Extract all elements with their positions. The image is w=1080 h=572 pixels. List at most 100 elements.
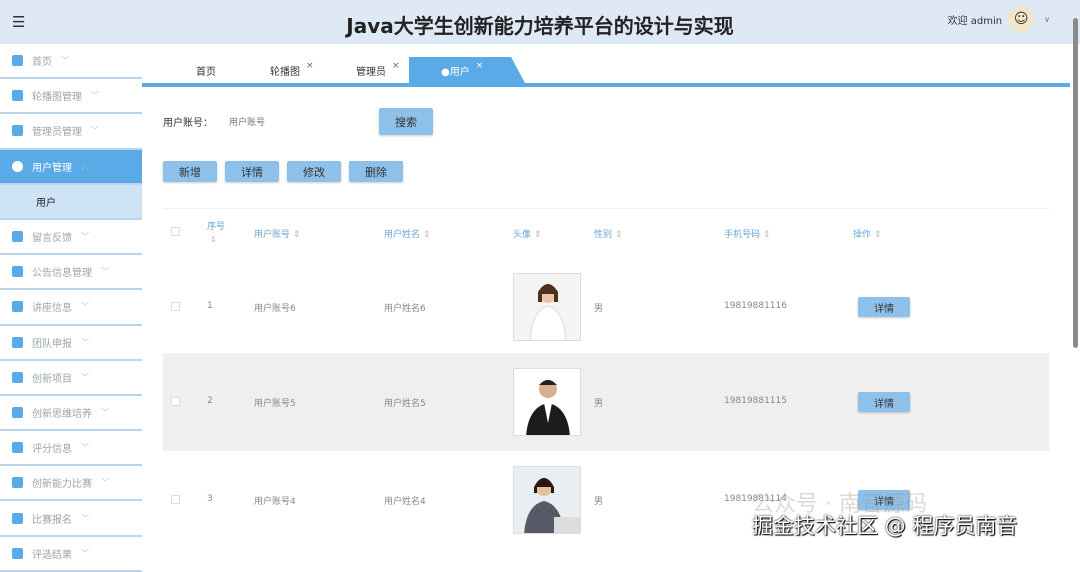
close-icon[interactable]: × — [476, 61, 484, 71]
chevron-down-icon: ﹀ — [91, 126, 99, 136]
chevron-down-icon: ﹀ — [81, 443, 89, 453]
tab-user[interactable]: ●用户 × — [409, 57, 525, 83]
select-all-checkbox[interactable] — [171, 227, 180, 236]
chevron-down-icon: ﹀ — [101, 478, 109, 488]
menu-icon — [12, 125, 23, 137]
sidebar-item-label: 创新项目 — [32, 373, 72, 385]
sidebar-item[interactable]: 管理员管理 ﹀ — [0, 114, 142, 150]
sidebar-item-label: 首页 — [32, 57, 52, 69]
tab-admin[interactable]: 管理员 × — [356, 57, 400, 83]
row-detail-button[interactable]: 详情 — [858, 297, 910, 317]
sidebar-item[interactable]: 比赛报名 ﹀ — [0, 501, 142, 537]
cell-index: 3 — [207, 494, 213, 504]
menu-icon — [12, 55, 23, 67]
sidebar-item-label: 创新能力比赛 — [32, 479, 92, 491]
sidebar-item[interactable]: 用户管理 ︿ — [0, 149, 142, 185]
detail-button[interactable]: 详情 — [225, 161, 279, 182]
sidebar-item[interactable]: 评分信息 ﹀ — [0, 431, 142, 467]
sidebar-item[interactable]: 评选结果 ﹀ — [0, 537, 142, 572]
menu-icon — [12, 301, 23, 313]
sidebar-item-label: 轮播图管理 — [32, 92, 82, 104]
user-menu[interactable]: 欢迎 admin ☺ ∨ — [948, 6, 1050, 32]
sort-icon: ⇕ — [762, 230, 771, 240]
col-account[interactable]: 用户账号 ⇕ — [254, 227, 300, 240]
tab-home[interactable]: 首页 — [196, 57, 216, 83]
cell-index: 2 — [207, 396, 213, 406]
avatar-image[interactable] — [513, 273, 581, 341]
row-checkbox[interactable] — [171, 397, 180, 406]
chevron-down-icon: ﹀ — [101, 407, 109, 417]
search-bar: 用户账号： 搜索 — [163, 108, 433, 135]
sidebar-item[interactable]: 首页 ﹀ — [0, 44, 142, 80]
page-title: Java大学生创新能力培养平台的设计与实现 — [346, 14, 734, 38]
action-bar: 新增 详情 修改 删除 — [163, 161, 403, 182]
search-label: 用户账号： — [163, 118, 213, 129]
delete-button[interactable]: 删除 — [349, 161, 403, 182]
col-gender[interactable]: 性别 ⇕ — [594, 227, 622, 240]
menu-icon — [12, 406, 23, 418]
cell-gender: 男 — [594, 304, 604, 314]
sort-icon[interactable]: ⇕ — [210, 235, 217, 244]
sort-icon: ⇕ — [422, 230, 431, 240]
chevron-up-icon: ︿ — [81, 161, 89, 171]
cell-name: 用户姓名4 — [384, 497, 426, 507]
cell-account: 用户账号5 — [254, 399, 296, 409]
close-icon[interactable]: × — [306, 61, 314, 71]
chevron-down-icon: ﹀ — [81, 302, 89, 312]
sidebar-item[interactable]: 用户 — [0, 184, 142, 220]
row-checkbox[interactable] — [171, 302, 180, 311]
sort-icon: ⇕ — [292, 230, 301, 240]
sidebar-item[interactable]: 轮播图管理 ﹀ — [0, 79, 142, 115]
cell-account: 用户账号4 — [254, 497, 296, 507]
sidebar-item[interactable]: 创新思维培养 ﹀ — [0, 396, 142, 432]
sidebar-item[interactable]: 公告信息管理 ﹀ — [0, 255, 142, 291]
col-ops[interactable]: 操作 ⇕ — [853, 227, 881, 240]
close-icon[interactable]: × — [392, 61, 400, 71]
avatar-image[interactable] — [513, 466, 581, 534]
avatar-image[interactable] — [513, 368, 581, 436]
sidebar-item[interactable]: 创新能力比赛 ﹀ — [0, 466, 142, 502]
search-button[interactable]: 搜索 — [379, 108, 433, 135]
chevron-down-icon[interactable]: ∨ — [1044, 15, 1050, 24]
sidebar-item[interactable]: 留言反馈 ﹀ — [0, 220, 142, 256]
sidebar-item-label: 团队申报 — [32, 338, 72, 350]
menu-icon — [12, 231, 23, 243]
avatar[interactable]: ☺ — [1008, 6, 1035, 32]
col-avatar[interactable]: 头像 ⇕ — [513, 227, 541, 240]
edit-button[interactable]: 修改 — [287, 161, 341, 182]
chevron-down-icon: ﹀ — [91, 91, 99, 101]
cell-name: 用户姓名5 — [384, 399, 426, 409]
col-phone[interactable]: 手机号码 ⇕ — [724, 227, 770, 240]
cell-gender: 男 — [594, 497, 604, 507]
menu-icon — [12, 442, 23, 454]
menu-icon — [12, 477, 23, 489]
sidebar-item-label: 管理员管理 — [32, 127, 82, 139]
sort-icon: ⇕ — [533, 230, 542, 240]
watermark: 掘金技术社区 @ 程序员南音 — [752, 514, 1018, 538]
chevron-down-icon: ﹀ — [101, 267, 109, 277]
cell-account: 用户账号6 — [254, 304, 296, 314]
scrollbar[interactable] — [1073, 18, 1078, 348]
chevron-down-icon: ﹀ — [81, 337, 89, 347]
col-name[interactable]: 用户姓名 ⇕ — [384, 227, 430, 240]
chevron-down-icon: ﹀ — [81, 513, 89, 523]
table-row: 1 用户账号6 用户姓名6 男 19819881116 详情 — [163, 261, 1049, 353]
sidebar-item-label: 用户 — [36, 197, 56, 209]
account-search-input[interactable] — [229, 116, 379, 127]
cell-phone: 19819881115 — [724, 396, 787, 406]
sidebar-item[interactable]: 讲座信息 ﹀ — [0, 290, 142, 326]
menu-icon — [12, 512, 23, 524]
sidebar-item-label: 讲座信息 — [32, 303, 72, 315]
sidebar: 首页 ﹀ 轮播图管理 ﹀ 管理员管理 ﹀ 用户管理 ︿ 用户 留言反馈 ﹀ 公告信息管理 ﹀ 讲座信息 ﹀ 团… — [0, 44, 142, 572]
cell-gender: 男 — [594, 399, 604, 409]
row-checkbox[interactable] — [171, 495, 180, 504]
header: ☰ Java大学生创新能力培养平台的设计与实现 欢迎 admin ☺ ∨ — [0, 0, 1080, 348]
sidebar-item[interactable]: 创新项目 ﹀ — [0, 361, 142, 396]
tab-carousel[interactable]: 轮播图 × — [270, 57, 314, 83]
col-index[interactable]: 序号 — [207, 219, 225, 232]
row-detail-button[interactable]: 详情 — [858, 392, 910, 412]
add-button[interactable]: 新增 — [163, 161, 217, 182]
sidebar-item[interactable]: 团队申报 ﹀ — [0, 326, 142, 361]
cell-name: 用户姓名6 — [384, 304, 426, 314]
sort-icon: ⇕ — [614, 230, 623, 240]
